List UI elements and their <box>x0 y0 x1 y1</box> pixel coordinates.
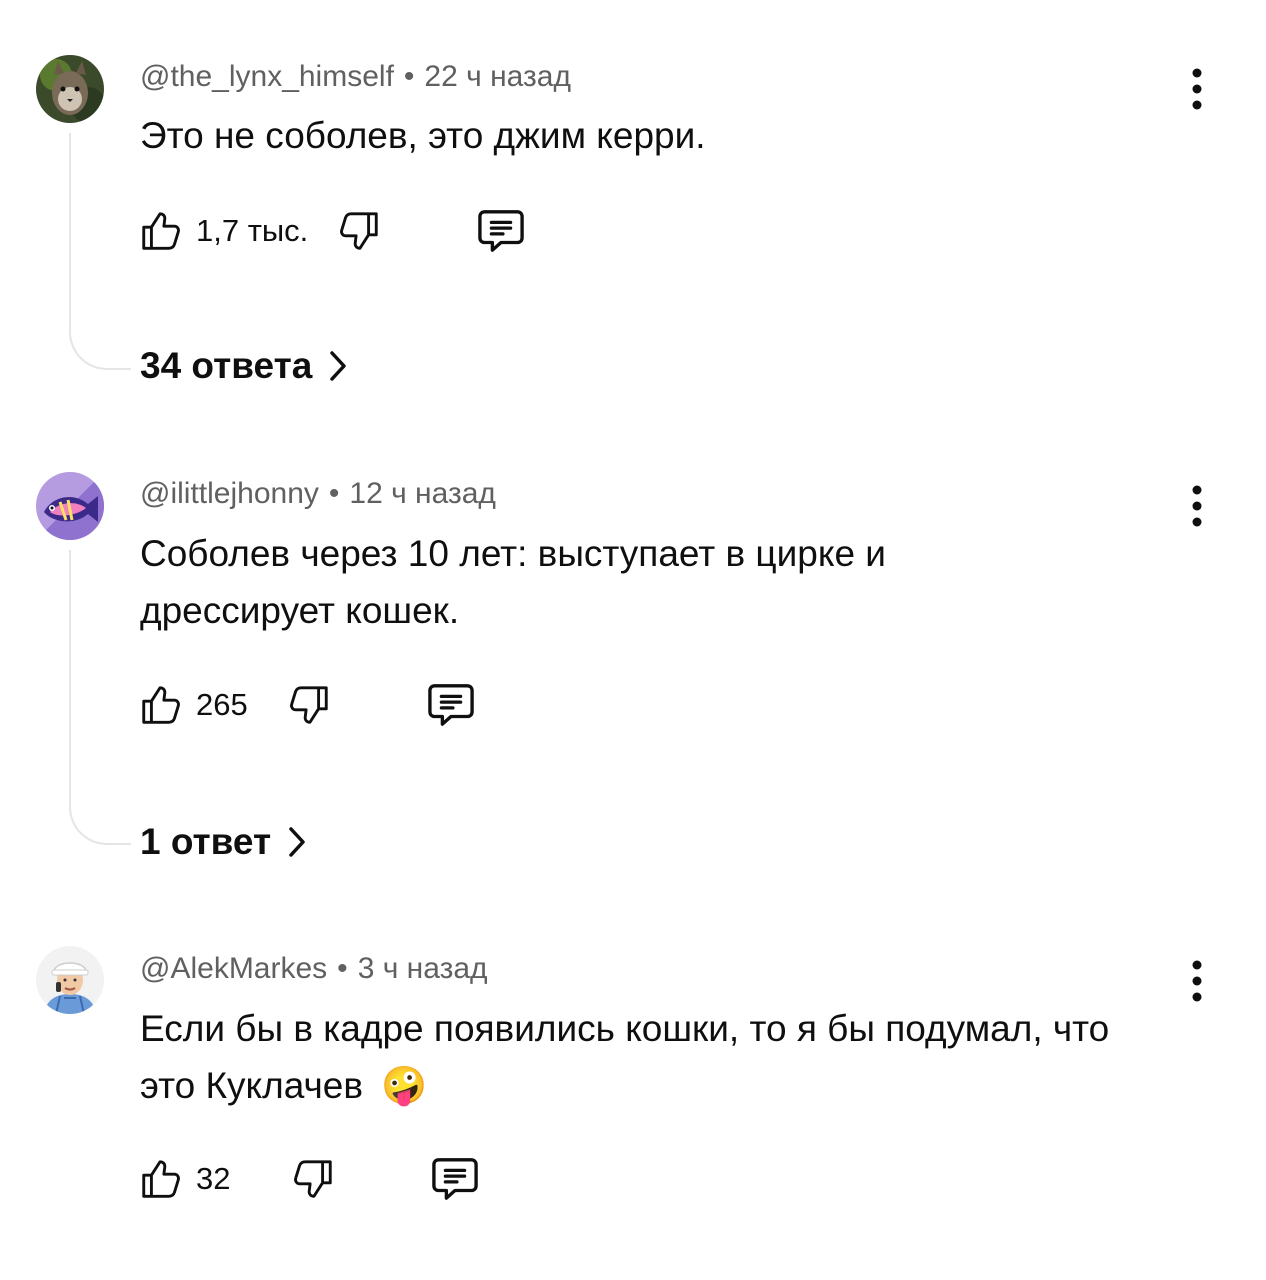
separator: • <box>328 477 340 510</box>
thread-line <box>69 133 131 370</box>
comment-time: 12 ч назад <box>349 477 496 510</box>
more-vertical-icon[interactable] <box>1180 65 1214 113</box>
thumbs-up-icon[interactable] <box>138 1156 184 1202</box>
comment-meta: @the_lynx_himself • 22 ч назад <box>140 60 571 94</box>
like-count: 265 <box>196 687 248 722</box>
author-handle[interactable]: @ilittlejhonny <box>140 477 319 510</box>
comment-text: Соболев через 10 лет: выступает в цирке … <box>140 533 886 631</box>
thumbs-up-icon[interactable] <box>138 208 184 254</box>
comment-text: Если бы в кадре появились кошки, то я бы… <box>140 1000 1170 1114</box>
comment-text-body: Если бы в кадре появились кошки, то я бы… <box>140 1008 1110 1106</box>
replies-label: 34 ответа <box>140 345 313 386</box>
thumbs-down-icon[interactable] <box>286 682 332 728</box>
reply-comment-icon[interactable] <box>430 1156 480 1202</box>
zany-face-emoji: 🤪 <box>381 1065 428 1106</box>
comment-actions: 1,7 тыс. <box>138 207 526 255</box>
author-handle[interactable]: @the_lynx_himself <box>140 60 394 93</box>
chevron-right-icon <box>287 826 307 858</box>
reply-comment-icon[interactable] <box>476 208 526 254</box>
author-handle[interactable]: @AlekMarkes <box>140 952 327 985</box>
thumbs-up-icon[interactable] <box>138 682 184 728</box>
comment-meta: @ilittlejhonny • 12 ч назад <box>140 477 496 511</box>
avatar[interactable] <box>36 946 104 1014</box>
comment-actions: 32 <box>138 1155 480 1203</box>
separator: • <box>337 952 348 985</box>
more-vertical-icon[interactable] <box>1180 957 1214 1005</box>
view-replies-button[interactable]: 34 ответа <box>140 345 348 387</box>
thread-line <box>69 550 131 845</box>
comment-meta: @AlekMarkes • 3 ч назад <box>140 952 488 986</box>
comment-text: Это не соболев, это джим керри. <box>140 115 706 156</box>
separator: • <box>403 60 415 93</box>
thumbs-down-icon[interactable] <box>336 208 382 254</box>
replies-label: 1 ответ <box>140 821 272 862</box>
view-replies-button[interactable]: 1 ответ <box>140 821 307 863</box>
chevron-right-icon <box>328 350 348 382</box>
avatar[interactable] <box>36 472 104 540</box>
more-vertical-icon[interactable] <box>1180 482 1214 530</box>
like-count: 1,7 тыс. <box>196 213 309 248</box>
like-count: 32 <box>196 1161 231 1196</box>
comment-time: 22 ч назад <box>424 60 571 93</box>
avatar[interactable] <box>36 55 104 123</box>
reply-comment-icon[interactable] <box>426 682 476 728</box>
thumbs-down-icon[interactable] <box>290 1156 336 1202</box>
comment-time: 3 ч назад <box>357 952 488 985</box>
comment-actions: 265 <box>138 681 476 729</box>
